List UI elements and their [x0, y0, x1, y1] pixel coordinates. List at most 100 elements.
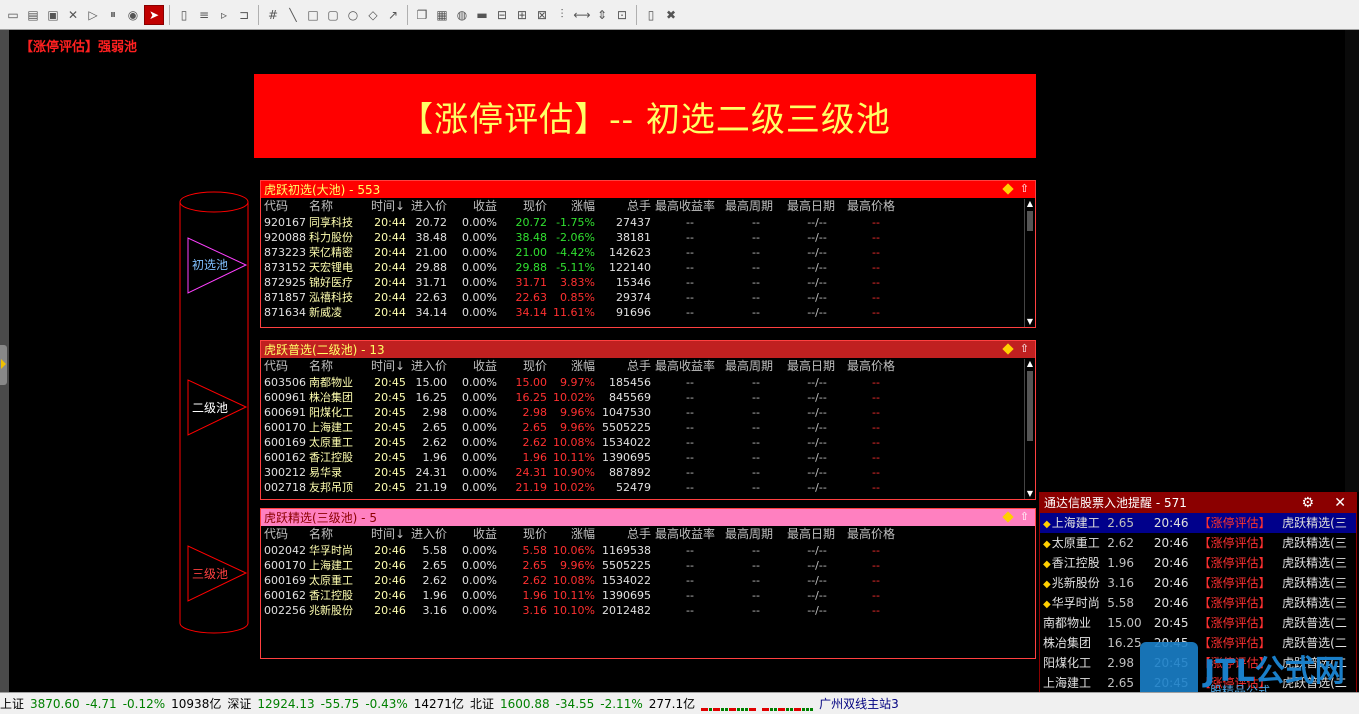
scroll-thumb[interactable]: [1027, 211, 1033, 231]
table-row[interactable]: 872925 锦好医疗 20:44 31.71 0.00% 31.71 3.83% 15346…: [261, 275, 1035, 290]
alert-row[interactable]: 株冶集团 16.25 20:45 【涨停评估】 虎跃普选(二: [1040, 633, 1356, 653]
fill-icon[interactable]: ◍: [453, 6, 471, 24]
rounded-rect-icon[interactable]: ▢: [324, 6, 342, 24]
distribute-icon[interactable]: ⫶: [553, 6, 571, 24]
align-left-icon[interactable]: ⊟: [493, 6, 511, 24]
copy-icon[interactable]: ❐: [413, 6, 431, 24]
table-row[interactable]: 002718 友邦吊顶 20:45 21.19 0.00% 21.19 10.02% 5247…: [261, 480, 1035, 495]
scroll-down-icon[interactable]: ▼: [1025, 489, 1035, 499]
table-row[interactable]: 300212 易华录 20:45 24.31 0.00% 24.31 10.90% 88789…: [261, 465, 1035, 480]
stop-icon[interactable]: ◉: [124, 6, 142, 24]
collapse-arrow-icon[interactable]: ⇧: [1020, 510, 1029, 524]
play-icon[interactable]: ▷: [84, 6, 102, 24]
table-row[interactable]: 920167 同享科技 20:44 20.72 0.00% 20.72 -1.75% 2743…: [261, 215, 1035, 230]
table-row[interactable]: 873223 荣亿精密 20:44 21.00 0.00% 21.00 -4.42% 1426…: [261, 245, 1035, 260]
minus-icon[interactable]: ▬: [473, 6, 491, 24]
column-header[interactable]: 代码: [261, 358, 309, 375]
column-header[interactable]: 最高价格: [847, 198, 905, 215]
column-header[interactable]: 进入价: [409, 198, 451, 215]
column-header[interactable]: 最高日期: [787, 198, 847, 215]
column-header[interactable]: 最高周期: [725, 198, 787, 215]
column-header[interactable]: 总手: [599, 526, 655, 543]
scroll-down-icon[interactable]: ▼: [1025, 317, 1035, 327]
table-row[interactable]: 603506 南都物业 20:45 15.00 0.00% 15.00 9.97% 18545…: [261, 375, 1035, 390]
scroll-up-icon[interactable]: ▲: [1025, 359, 1035, 369]
column-header[interactable]: 进入价: [409, 526, 451, 543]
alert-row[interactable]: 上海建工 2.65 20:45 【涨停评估】 虎跃普选(二: [1040, 673, 1356, 693]
column-header[interactable]: 最高价格: [847, 358, 905, 375]
close-icon[interactable]: ✖: [662, 6, 680, 24]
column-header[interactable]: 收益: [451, 198, 501, 215]
table-row[interactable]: 600162 香江控股 20:45 1.96 0.00% 1.96 10.11% 139069…: [261, 450, 1035, 465]
width-icon[interactable]: ⟷: [573, 6, 591, 24]
column-header[interactable]: 代码: [261, 526, 309, 543]
column-header[interactable]: 收益: [451, 526, 501, 543]
column-header[interactable]: 最高收益率: [655, 198, 725, 215]
column-header[interactable]: 最高收益率: [655, 358, 725, 375]
column-header[interactable]: 总手: [599, 198, 655, 215]
alert-row[interactable]: 阳煤化工 2.98 20:45 【涨停评估】 虎跃普选(二: [1040, 653, 1356, 673]
collapse-arrow-icon[interactable]: ⇧: [1020, 182, 1029, 196]
window-icon[interactable]: ▯: [642, 6, 660, 24]
size-icon[interactable]: ⊡: [613, 6, 631, 24]
diamond-icon[interactable]: [1002, 343, 1014, 355]
table-row[interactable]: 600169 太原重工 20:46 2.62 0.00% 2.62 10.08% 153402…: [261, 573, 1035, 588]
vertical-scrollbar[interactable]: ▲ ▼: [1024, 199, 1035, 327]
grid-icon[interactable]: #: [264, 6, 282, 24]
delete-icon[interactable]: ✕: [64, 6, 82, 24]
column-header[interactable]: 最高日期: [787, 526, 847, 543]
column-header[interactable]: 最高价格: [847, 526, 905, 543]
alert-row[interactable]: ◆上海建工 2.65 20:46 【涨停评估】 虎跃精选(三: [1040, 513, 1356, 533]
column-header[interactable]: 进入价: [409, 358, 451, 375]
diamond-icon[interactable]: ◇: [364, 6, 382, 24]
vertical-scrollbar[interactable]: ▲ ▼: [1024, 359, 1035, 499]
table-row[interactable]: 871857 泓禧科技 20:44 22.63 0.00% 22.63 0.85% 29374…: [261, 290, 1035, 305]
doc-icon[interactable]: ▯: [175, 6, 193, 24]
collapse-arrow-icon[interactable]: ⇧: [1020, 342, 1029, 356]
line-icon[interactable]: ╲: [284, 6, 302, 24]
column-header[interactable]: 总手: [599, 358, 655, 375]
alert-row[interactable]: ◆香江控股 1.96 20:46 【涨停评估】 虎跃精选(三: [1040, 553, 1356, 573]
align-center-icon[interactable]: ⊞: [513, 6, 531, 24]
table-row[interactable]: 600170 上海建工 20:46 2.65 0.00% 2.65 9.96% 5505225…: [261, 558, 1035, 573]
expand-handle[interactable]: [0, 345, 7, 385]
table-row[interactable]: 600691 阳煤化工 20:45 2.98 0.00% 2.98 9.96% 1047530…: [261, 405, 1035, 420]
align-icon[interactable]: ⊐: [235, 6, 253, 24]
column-header[interactable]: 时间↓: [371, 526, 409, 543]
ellipse-icon[interactable]: ○: [344, 6, 362, 24]
gear-icon[interactable]: ⚙: [1301, 493, 1314, 513]
column-header[interactable]: 收益: [451, 358, 501, 375]
table-row[interactable]: 600169 太原重工 20:45 2.62 0.00% 2.62 10.08% 153402…: [261, 435, 1035, 450]
diamond-icon[interactable]: [1002, 511, 1014, 523]
column-header[interactable]: 涨幅: [551, 526, 599, 543]
table-row[interactable]: 600170 上海建工 20:45 2.65 0.00% 2.65 9.96% 5505225…: [261, 420, 1035, 435]
column-header[interactable]: 现价: [501, 358, 551, 375]
pause-icon[interactable]: ⏸: [104, 6, 122, 24]
open-icon[interactable]: ▤: [24, 6, 42, 24]
arrow-icon[interactable]: ↗: [384, 6, 402, 24]
column-header[interactable]: 现价: [501, 526, 551, 543]
column-header[interactable]: 涨幅: [551, 358, 599, 375]
table-row[interactable]: 871634 新威凌 20:44 34.14 0.00% 34.14 11.61% 91696…: [261, 305, 1035, 320]
column-header[interactable]: 时间↓: [371, 358, 409, 375]
column-header[interactable]: 最高周期: [725, 526, 787, 543]
column-header[interactable]: 现价: [501, 198, 551, 215]
table-row[interactable]: 002042 华孚时尚 20:46 5.58 0.00% 5.58 10.06% 116953…: [261, 543, 1035, 558]
rect-icon[interactable]: □: [304, 6, 322, 24]
diamond-icon[interactable]: [1002, 183, 1014, 195]
table-row[interactable]: 873152 天宏锂电 20:44 29.88 0.00% 29.88 -5.11% 1221…: [261, 260, 1035, 275]
height-icon[interactable]: ⇕: [593, 6, 611, 24]
column-header[interactable]: 名称: [309, 198, 371, 215]
table-row[interactable]: 600162 香江控股 20:46 1.96 0.00% 1.96 10.11% 139069…: [261, 588, 1035, 603]
list-icon[interactable]: ≡: [195, 6, 213, 24]
column-header[interactable]: 名称: [309, 358, 371, 375]
table-row[interactable]: 600961 株冶集团 20:45 16.25 0.00% 16.25 10.02% 8455…: [261, 390, 1035, 405]
table-row[interactable]: 002256 兆新股份 20:46 3.16 0.00% 3.16 10.10% 201248…: [261, 603, 1035, 618]
alert-row[interactable]: 南都物业 15.00 20:45 【涨停评估】 虎跃普选(二: [1040, 613, 1356, 633]
scroll-up-icon[interactable]: ▲: [1025, 199, 1035, 209]
new-icon[interactable]: ▭: [4, 6, 22, 24]
column-header[interactable]: 最高周期: [725, 358, 787, 375]
column-header[interactable]: 最高日期: [787, 358, 847, 375]
column-header[interactable]: 涨幅: [551, 198, 599, 215]
alert-row[interactable]: ◆华孚时尚 5.58 20:46 【涨停评估】 虎跃精选(三: [1040, 593, 1356, 613]
